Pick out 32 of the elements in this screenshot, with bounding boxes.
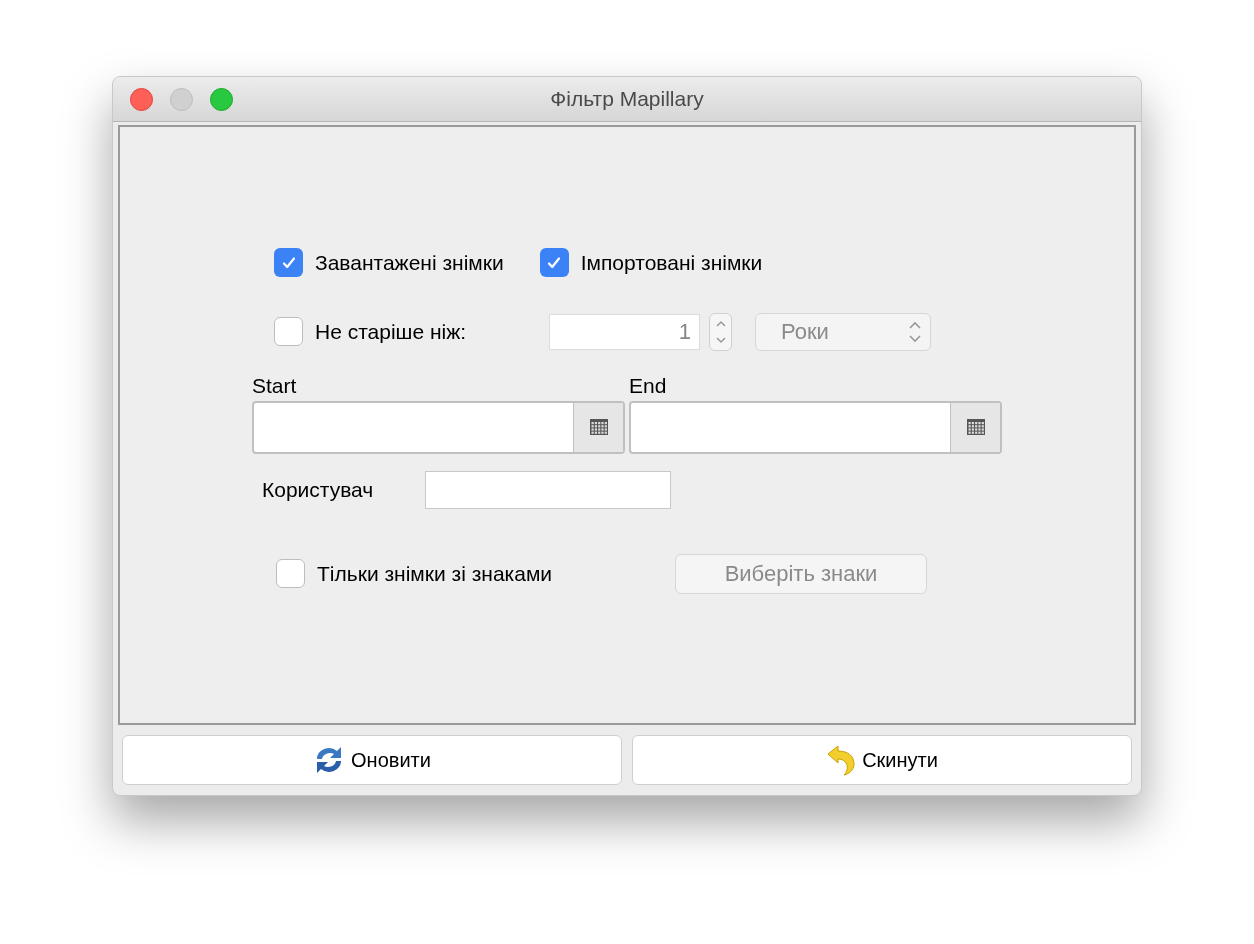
calendar-icon	[589, 419, 608, 435]
checkbox-label: Завантажені знімки	[315, 250, 504, 276]
calendar-icon	[966, 419, 985, 435]
spinner-arrows-icon	[715, 318, 726, 345]
number-field[interactable]: 1	[549, 313, 700, 350]
checkbox-label: Не старіше ніж:	[315, 318, 467, 345]
close-button[interactable]	[130, 88, 153, 111]
user-field[interactable]	[425, 470, 671, 509]
checkbox[interactable]	[276, 559, 305, 588]
date-label: Start	[252, 372, 298, 399]
checkmark-icon	[546, 254, 563, 271]
checkbox[interactable]	[539, 248, 569, 278]
zoom-button[interactable]	[210, 88, 233, 111]
date-field[interactable]	[629, 400, 1002, 454]
reset-button[interactable]: Скинути	[632, 735, 1132, 785]
calendar-button[interactable]	[950, 402, 1000, 452]
checkbox[interactable]	[274, 248, 303, 278]
window-title: Фільтр Mapillary	[550, 86, 704, 113]
user-label: Користувач	[262, 476, 375, 503]
date-label: End	[629, 372, 668, 399]
select-signs-button[interactable]: Виберіть знаки	[675, 553, 927, 594]
calendar-button[interactable]	[573, 402, 623, 452]
checkbox-label: Імпортовані знімки	[580, 250, 763, 276]
undo-arrow-icon	[826, 744, 857, 776]
unit-dropdown[interactable]: Роки	[755, 312, 931, 351]
checkbox[interactable]	[274, 317, 303, 346]
date-field[interactable]	[252, 400, 625, 454]
refresh-button[interactable]: Оновити	[122, 735, 622, 785]
minimize-button[interactable]	[170, 88, 193, 111]
spinner-control[interactable]	[709, 312, 732, 351]
checkbox-label: Тільки знімки зі знаками	[317, 560, 553, 587]
checkmark-icon	[280, 254, 297, 271]
